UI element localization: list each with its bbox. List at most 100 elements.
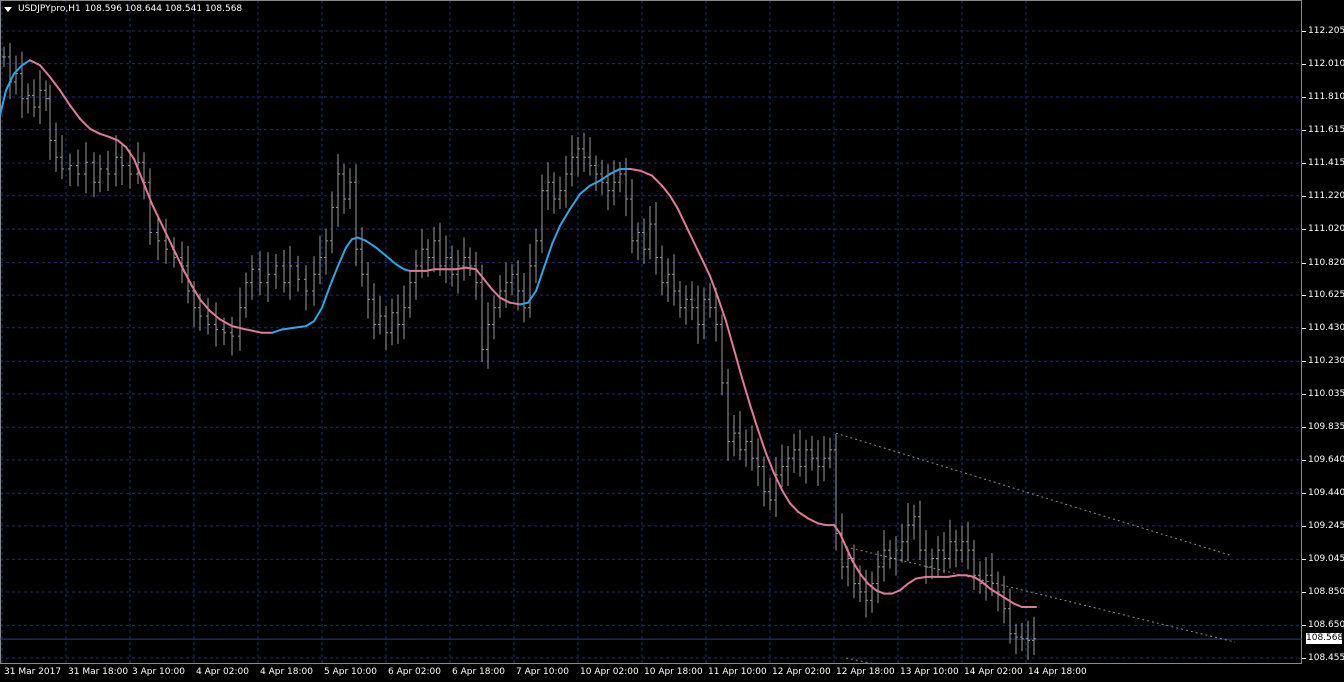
moving-average-segment <box>395 263 405 271</box>
chart-header: USDJPYpro,H1 108.596 108.644 108.541 108… <box>4 4 242 14</box>
moving-average-segment <box>973 575 983 583</box>
moving-average-segment <box>49 75 61 92</box>
price-tick-mark <box>1302 459 1306 461</box>
moving-average-segment <box>685 224 695 244</box>
moving-average-segment <box>965 574 975 578</box>
time-tick-label: 12 Apr 02:00 <box>772 667 831 677</box>
time-tick-label: 4 Apr 02:00 <box>196 667 249 677</box>
price-tick-mark <box>1302 295 1306 297</box>
moving-average-segment <box>579 184 591 196</box>
moving-average-segment <box>139 172 147 191</box>
price-tick-label: 109.440 <box>1308 488 1344 499</box>
price-tick-mark <box>1302 493 1306 495</box>
moving-average-segment <box>661 184 671 197</box>
price-tick-mark <box>1302 559 1306 561</box>
time-tick-label: 5 Apr 10:00 <box>324 667 377 677</box>
price-tick-label: 110.035 <box>1308 388 1344 399</box>
price-tick-mark <box>1302 129 1306 131</box>
moving-average-segment <box>609 167 621 175</box>
time-tick-label: 13 Apr 10:00 <box>900 667 959 677</box>
price-tick-label: 110.430 <box>1308 322 1344 333</box>
moving-average-segment <box>375 246 387 257</box>
chevron-down-icon[interactable] <box>4 6 12 12</box>
moving-average-segment <box>39 64 51 78</box>
moving-average-segment <box>13 64 23 75</box>
channel-middle-line <box>845 546 1236 643</box>
moving-average-segment <box>527 289 537 304</box>
moving-average-segment <box>21 59 31 67</box>
moving-average-segment <box>305 320 315 328</box>
moving-average-segment <box>543 243 553 269</box>
price-tick-mark <box>1302 163 1306 165</box>
time-tick-label: 12 Apr 18:00 <box>836 667 895 677</box>
moving-average-segment <box>535 266 545 292</box>
moving-average-segment <box>947 574 959 578</box>
moving-average-segment <box>781 488 791 505</box>
time-tick-label: 10 Apr 18:00 <box>644 667 703 677</box>
price-tick-mark <box>1302 327 1306 329</box>
price-axis[interactable]: 112.205 112.010 111.810 111.615 111.415 111.2… <box>1302 0 1344 682</box>
price-tick-label: 112.205 <box>1308 26 1344 36</box>
price-tick-label: 109.045 <box>1308 554 1344 565</box>
moving-average-segment <box>817 522 827 527</box>
moving-average-segment <box>839 532 847 548</box>
moving-average-segment <box>29 59 41 67</box>
moving-average-segment <box>915 575 927 580</box>
moving-average-segment <box>209 310 221 321</box>
price-tick-label: 110.820 <box>1308 257 1344 268</box>
price-tick-mark <box>1302 31 1306 32</box>
moving-average-segment <box>709 274 719 299</box>
moving-average-segment <box>483 278 493 291</box>
moving-average-segment <box>797 510 809 520</box>
moving-average-segment <box>551 224 561 246</box>
price-tick-mark <box>1302 427 1306 429</box>
moving-average-segment <box>491 288 501 299</box>
time-axis[interactable]: 31 Mar 2017 31 Mar 18:00 3 Apr 10:00 4 Apr … <box>0 664 1302 682</box>
price-tick-mark <box>1302 525 1306 527</box>
price-tick-label: 112.010 <box>1308 58 1344 69</box>
price-tick-label: 108.455 <box>1308 653 1344 663</box>
moving-average-segment <box>321 284 331 309</box>
moving-average-segment <box>677 208 687 227</box>
moving-average-segment <box>589 179 601 187</box>
moving-average-segment <box>733 348 743 379</box>
price-tick-mark <box>1302 97 1306 99</box>
moving-average-segment <box>219 318 233 328</box>
price-tick-label: 111.810 <box>1308 92 1344 103</box>
ohlc-readout: 108.596 108.644 108.541 108.568 <box>84 4 243 14</box>
moving-average-segment <box>313 306 323 323</box>
price-chart[interactable] <box>0 0 1302 664</box>
moving-average-segment <box>669 194 679 211</box>
price-tick-mark <box>1302 393 1306 395</box>
moving-average-segment <box>365 239 377 249</box>
moving-average-segment <box>293 325 307 329</box>
price-tick-label: 111.220 <box>1308 190 1344 201</box>
moving-average-segment <box>891 589 901 595</box>
price-tick-label: 111.020 <box>1308 224 1344 235</box>
price-tick-mark <box>1302 229 1306 231</box>
moving-average-segment <box>741 376 751 406</box>
moving-average-segment <box>989 587 999 595</box>
time-tick-label: 6 Apr 02:00 <box>388 667 441 677</box>
time-tick-label: 11 Apr 10:00 <box>708 667 767 677</box>
moving-average-segment <box>859 572 869 585</box>
moving-average-segment <box>693 241 703 261</box>
moving-average-segment <box>191 284 201 301</box>
moving-average-segment <box>133 157 141 175</box>
chart-area[interactable]: USDJPYpro,H1 108.596 108.644 108.541 108… <box>0 0 1302 664</box>
price-tick-label: 108.850 <box>1308 586 1344 597</box>
price-tick-mark <box>1302 625 1306 627</box>
moving-average-segment <box>807 517 819 525</box>
moving-average-segment <box>899 582 909 592</box>
time-tick-label: 31 Mar 18:00 <box>68 667 129 677</box>
current-price-label: 108.568 <box>1306 633 1344 645</box>
moving-average-segment <box>99 132 111 139</box>
moving-average-segment <box>749 403 759 431</box>
price-tick-mark <box>1302 361 1306 363</box>
symbol-label: USDJPYpro,H1 <box>18 4 81 14</box>
moving-average-segment <box>475 268 485 281</box>
moving-average-segment <box>245 328 263 334</box>
price-tick-mark <box>1302 658 1306 659</box>
time-tick-label: 3 Apr 10:00 <box>132 667 185 677</box>
price-tick-label: 109.245 <box>1308 520 1344 531</box>
